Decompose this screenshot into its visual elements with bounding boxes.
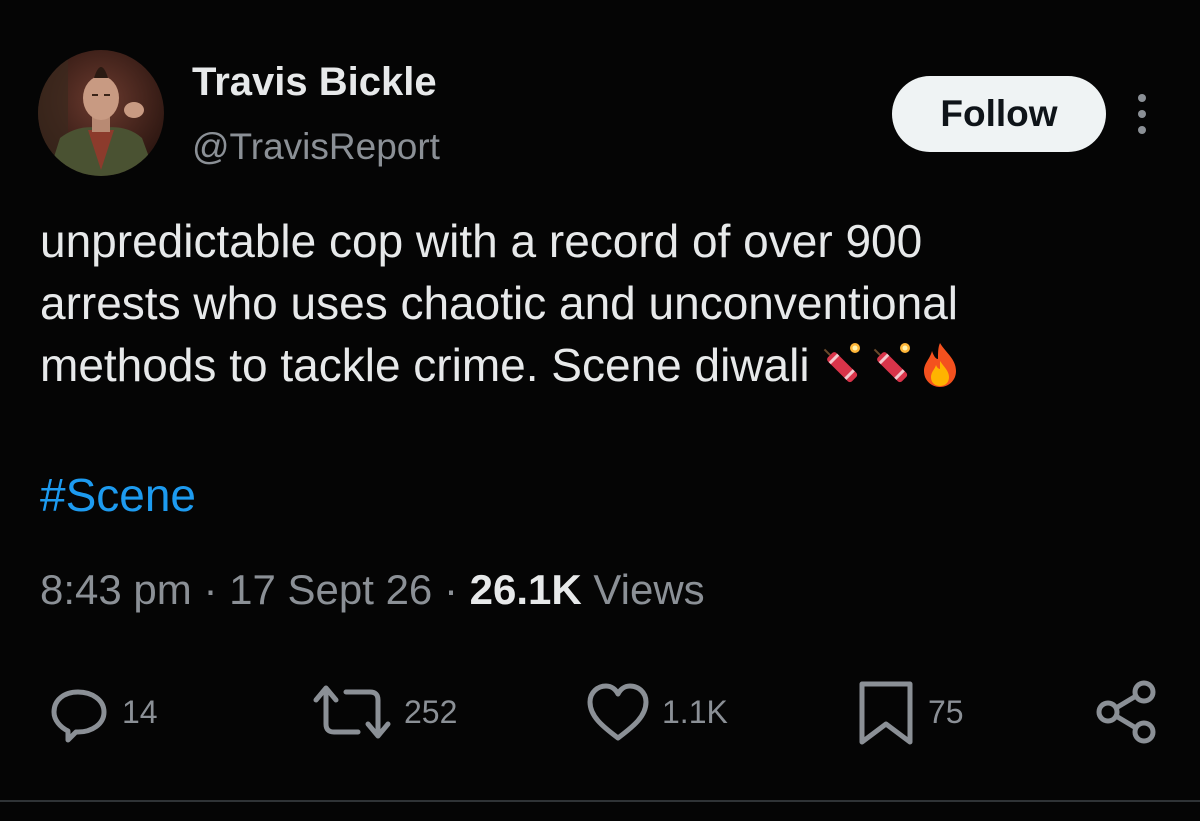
emoji-group [816, 341, 966, 404]
action-bar: 14 252 1.1K 75 [0, 672, 1200, 752]
heart-icon [587, 683, 649, 741]
meta-separator: · [443, 566, 458, 613]
tweet-text-line: unpredictable cop with a record of over … [40, 215, 923, 267]
hashtag-link[interactable]: #Scene [40, 468, 196, 522]
share-icon [1096, 680, 1156, 744]
bookmark-icon [859, 681, 913, 745]
tweet-text-line: arrests who uses chaotic and unconventio… [40, 277, 959, 329]
follow-button[interactable]: Follow [892, 76, 1106, 152]
views-count: 26.1K [469, 566, 582, 613]
tweet-card: Travis Bickle @TravisReport Follow unpre… [0, 0, 1200, 821]
bookmark-count: 75 [928, 693, 964, 730]
repost-count: 252 [404, 693, 458, 730]
repost-icon [313, 685, 391, 739]
views-label: Views [593, 566, 705, 613]
tweet-meta: 8:43 pm · 17 Sept 26 · 26.1K Views [40, 566, 705, 614]
reply-icon [51, 689, 107, 743]
tweet-date[interactable]: 17 Sept 26 [229, 566, 432, 613]
more-vertical-icon[interactable] [1126, 90, 1158, 138]
share-button[interactable] [1094, 672, 1162, 752]
user-handle[interactable]: @TravisReport [192, 126, 440, 168]
reply-count: 14 [122, 693, 158, 730]
like-button[interactable]: 1.1K [584, 672, 728, 752]
tweet-text-line-content: methods to tackle crime. Scene diwali [40, 339, 810, 391]
repost-button[interactable]: 252 [310, 672, 457, 752]
firecracker-icon [873, 343, 910, 383]
avatar[interactable] [38, 50, 164, 176]
divider [0, 800, 1200, 802]
tweet-time[interactable]: 8:43 pm [40, 566, 192, 613]
display-name[interactable]: Travis Bickle [192, 60, 437, 105]
meta-separator: · [203, 566, 218, 613]
tweet-text-line: methods to tackle crime. Scene diwali [40, 334, 1170, 404]
bookmark-button[interactable]: 75 [854, 672, 964, 752]
fire-icon [923, 343, 956, 387]
like-count: 1.1K [662, 693, 728, 730]
tweet-text: unpredictable cop with a record of over … [40, 210, 1170, 404]
reply-button[interactable]: 14 [48, 672, 158, 752]
firecracker-icon [823, 343, 860, 383]
avatar-photo-icon [38, 50, 164, 176]
